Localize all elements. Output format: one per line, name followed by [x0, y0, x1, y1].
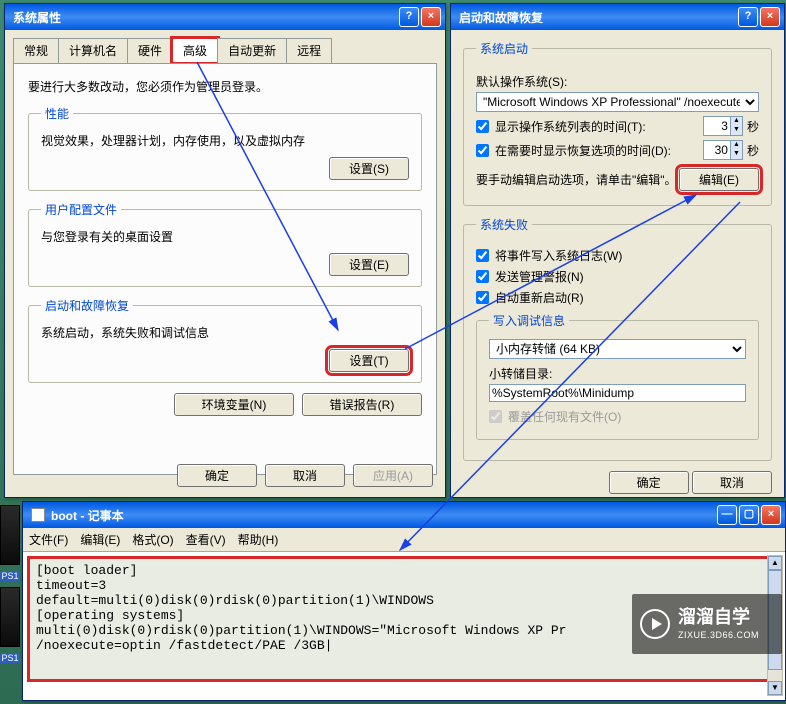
performance-group: 性能 视觉效果，处理器计划，内存使用，以及虚拟内存 设置(S) — [28, 105, 422, 191]
tab-hardware[interactable]: 硬件 — [127, 38, 173, 63]
titlebar: boot - 记事本 — ▢ × — [23, 502, 785, 528]
admin-note: 要进行大多数改动，您必须作为管理员登录。 — [28, 78, 422, 95]
overwrite-label: 覆盖任何现有文件(O) — [508, 408, 746, 425]
minimize-button[interactable]: — — [717, 505, 737, 525]
help-button[interactable]: ? — [738, 7, 758, 27]
default-os-select[interactable]: "Microsoft Windows XP Professional" /noe… — [476, 92, 759, 112]
system-failure-legend: 系统失败 — [476, 216, 532, 233]
desktop-icon-label: PS1 — [0, 571, 20, 581]
ok-button[interactable]: 确定 — [177, 464, 257, 487]
maximize-button[interactable]: ▢ — [739, 505, 759, 525]
user-profiles-group: 用户配置文件 与您登录有关的桌面设置 设置(E) — [28, 201, 422, 287]
tab-general[interactable]: 常规 — [13, 38, 59, 63]
menu-view[interactable]: 查看(V) — [186, 531, 226, 548]
debug-info-group: 写入调试信息 小内存转储 (64 KB) 小转储目录: 覆盖任何现有文件(O) — [476, 312, 759, 440]
manual-edit-label: 要手动编辑启动选项，请单击"编辑"。 — [476, 171, 679, 188]
system-start-legend: 系统启动 — [476, 40, 532, 57]
advanced-panel: 要进行大多数改动，您必须作为管理员登录。 性能 视觉效果，处理器计划，内存使用，… — [13, 63, 437, 475]
show-os-list-checkbox[interactable] — [476, 120, 489, 133]
tab-remote[interactable]: 远程 — [286, 38, 332, 63]
watermark: 溜溜自学 ZIXUE.3D66.COM — [632, 594, 782, 654]
user-profiles-legend: 用户配置文件 — [41, 201, 121, 218]
system-properties-dialog: 系统属性 ? × 常规 计算机名 硬件 高级 自动更新 远程 要进行大多数改动，… — [4, 3, 446, 498]
startup-recovery-settings-button[interactable]: 设置(T) — [329, 349, 409, 372]
close-button[interactable]: × — [421, 7, 441, 27]
spin-down-icon[interactable]: ▼ — [730, 126, 742, 135]
tab-advanced[interactable]: 高级 — [172, 38, 218, 63]
os-list-seconds-spinner[interactable]: ▲▼ — [703, 116, 743, 136]
show-recovery-checkbox[interactable] — [476, 144, 489, 157]
menu-format[interactable]: 格式(O) — [132, 531, 173, 548]
menu-file[interactable]: 文件(F) — [29, 531, 68, 548]
seconds-label: 秒 — [747, 118, 759, 135]
startup-recovery-legend: 启动和故障恢复 — [41, 297, 133, 314]
user-profiles-desc: 与您登录有关的桌面设置 — [41, 228, 409, 245]
spin-up-icon[interactable]: ▲ — [730, 117, 742, 126]
scroll-up-icon[interactable]: ▲ — [768, 556, 782, 570]
tab-computer-name[interactable]: 计算机名 — [58, 38, 128, 63]
help-button[interactable]: ? — [399, 7, 419, 27]
user-profiles-settings-button[interactable]: 设置(E) — [329, 253, 409, 276]
edit-button[interactable]: 编辑(E) — [679, 168, 759, 191]
ok-button[interactable]: 确定 — [609, 471, 689, 494]
system-failure-group: 系统失败 将事件写入系统日志(W) 发送管理警报(N) 自动重新启动(R) 写入… — [463, 216, 772, 461]
close-button[interactable]: × — [761, 505, 781, 525]
dump-dir-label: 小转储目录: — [489, 365, 746, 382]
titlebar: 启动和故障恢复 ? × — [451, 4, 784, 30]
window-title: boot - 记事本 — [51, 507, 717, 524]
system-start-group: 系统启动 默认操作系统(S): "Microsoft Windows XP Pr… — [463, 40, 772, 206]
spin-up-icon[interactable]: ▲ — [730, 141, 742, 150]
dump-type-select[interactable]: 小内存转储 (64 KB) — [489, 339, 746, 359]
startup-recovery-dialog: 启动和故障恢复 ? × 系统启动 默认操作系统(S): "Microsoft W… — [450, 3, 785, 498]
notepad-icon — [31, 508, 45, 522]
performance-legend: 性能 — [41, 105, 73, 122]
auto-restart-label: 自动重新启动(R) — [495, 289, 759, 306]
scroll-down-icon[interactable]: ▼ — [768, 681, 782, 695]
titlebar: 系统属性 ? × — [5, 4, 445, 30]
send-alert-checkbox[interactable] — [476, 270, 489, 283]
cancel-button[interactable]: 取消 — [692, 471, 772, 494]
menu-bar: 文件(F) 编辑(E) 格式(O) 查看(V) 帮助(H) — [23, 528, 785, 552]
error-report-button[interactable]: 错误报告(R) — [302, 393, 422, 416]
desktop-icon-label: PS1 — [0, 653, 20, 663]
startup-recovery-group: 启动和故障恢复 系统启动，系统失败和调试信息 设置(T) — [28, 297, 422, 383]
menu-help[interactable]: 帮助(H) — [238, 531, 279, 548]
auto-restart-checkbox[interactable] — [476, 291, 489, 304]
tab-auto-update[interactable]: 自动更新 — [217, 38, 287, 63]
tab-strip: 常规 计算机名 硬件 高级 自动更新 远程 — [5, 30, 445, 63]
dialog-title: 启动和故障恢复 — [459, 9, 738, 26]
send-alert-label: 发送管理警报(N) — [495, 268, 759, 285]
recovery-seconds-input[interactable] — [704, 141, 730, 159]
watermark-main: 溜溜自学 — [678, 606, 759, 629]
cancel-button[interactable]: 取消 — [265, 464, 345, 487]
default-os-label: 默认操作系统(S): — [476, 73, 759, 90]
performance-desc: 视觉效果，处理器计划，内存使用，以及虚拟内存 — [41, 132, 409, 149]
write-event-checkbox[interactable] — [476, 249, 489, 262]
seconds-label: 秒 — [747, 142, 759, 159]
recovery-seconds-spinner[interactable]: ▲▼ — [703, 140, 743, 160]
play-icon — [640, 609, 670, 639]
show-os-list-label: 显示操作系统列表的时间(T): — [495, 118, 703, 135]
close-button[interactable]: × — [760, 7, 780, 27]
spin-down-icon[interactable]: ▼ — [730, 150, 742, 159]
write-event-label: 将事件写入系统日志(W) — [495, 247, 759, 264]
watermark-sub: ZIXUE.3D66.COM — [678, 630, 759, 642]
debug-info-legend: 写入调试信息 — [489, 312, 569, 329]
dump-dir-input[interactable] — [489, 384, 746, 402]
overwrite-checkbox — [489, 410, 502, 423]
show-recovery-label: 在需要时显示恢复选项的时间(D): — [495, 142, 703, 159]
menu-edit[interactable]: 编辑(E) — [80, 531, 120, 548]
apply-button[interactable]: 应用(A) — [353, 464, 433, 487]
os-list-seconds-input[interactable] — [704, 117, 730, 135]
env-vars-button[interactable]: 环境变量(N) — [174, 393, 294, 416]
startup-recovery-desc: 系统启动，系统失败和调试信息 — [41, 324, 409, 341]
dialog-title: 系统属性 — [13, 9, 399, 26]
performance-settings-button[interactable]: 设置(S) — [329, 157, 409, 180]
